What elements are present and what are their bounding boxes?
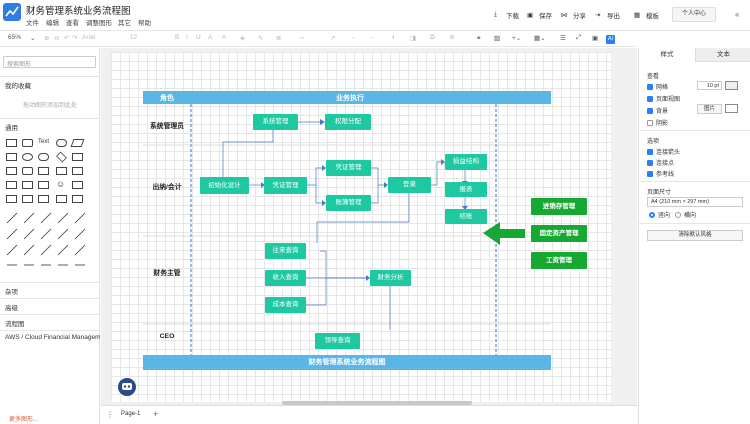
role-cashier: 出纳/会计 bbox=[152, 184, 182, 191]
connection-arrows-checkbox[interactable]: 连接箭头 bbox=[647, 147, 680, 156]
assistant-robot-icon[interactable] bbox=[118, 378, 136, 396]
bg-color-swatch[interactable] bbox=[725, 104, 738, 113]
connection-arrows-label: 连接箭头 bbox=[656, 150, 681, 156]
checkbox-icon bbox=[647, 170, 653, 177]
view-label: 查看 bbox=[647, 74, 660, 80]
node-system-management[interactable]: 系统管理 bbox=[253, 114, 298, 130]
node-account-query[interactable]: 往来查询 bbox=[265, 243, 306, 259]
node-voucher[interactable]: 凭证管理 bbox=[264, 177, 307, 194]
connection-points-label: 连接点 bbox=[656, 161, 675, 167]
role-ceo: CEO bbox=[159, 333, 175, 340]
shadow-label: 阴影 bbox=[656, 121, 669, 127]
node-voucher-check[interactable]: 凭证管理 bbox=[326, 160, 371, 176]
checkbox-icon bbox=[647, 107, 653, 114]
node-login[interactable]: 登录 bbox=[388, 177, 431, 193]
portrait-radio[interactable]: 竖向 bbox=[649, 210, 670, 219]
big-arrow-left bbox=[483, 222, 525, 245]
paper-size-select[interactable]: A4 (210 mm × 297 mm) bbox=[647, 197, 743, 207]
checkbox-icon bbox=[647, 148, 653, 155]
node-settle[interactable]: 结账 bbox=[445, 209, 487, 224]
options-label: 选项 bbox=[647, 139, 660, 145]
divider bbox=[639, 223, 750, 224]
node-cost-query[interactable]: 成本查询 bbox=[265, 297, 306, 313]
node-inventory[interactable]: 进销存管理 bbox=[531, 198, 587, 215]
page-bar: ⋮ Page-1 + bbox=[101, 405, 637, 424]
checkbox-icon bbox=[647, 159, 653, 166]
reset-style-button[interactable]: 清除默认风格 bbox=[647, 230, 743, 241]
divider bbox=[639, 130, 750, 131]
tab-style[interactable]: 样式 bbox=[639, 48, 695, 62]
page-view-checkbox[interactable]: 页面视图 bbox=[647, 94, 680, 103]
node-leader-query[interactable]: 领导查询 bbox=[315, 333, 360, 349]
checkbox-icon bbox=[647, 119, 653, 126]
guides-label: 参考线 bbox=[656, 172, 675, 178]
node-ledger[interactable]: 账簿管理 bbox=[326, 195, 371, 211]
node-analysis[interactable]: 财务分析 bbox=[370, 270, 411, 286]
grid-checkbox[interactable]: 网格 bbox=[647, 82, 668, 91]
radio-off-icon bbox=[675, 211, 681, 218]
grid-label: 网格 bbox=[656, 85, 669, 91]
node-income-query[interactable]: 收入查询 bbox=[265, 270, 306, 286]
grid-color-swatch[interactable] bbox=[725, 81, 738, 90]
node-init-design[interactable]: 初始化设计 bbox=[200, 177, 249, 194]
background-label: 背景 bbox=[656, 109, 669, 115]
landscape-radio[interactable]: 横向 bbox=[675, 210, 696, 219]
node-report[interactable]: 报表 bbox=[445, 182, 487, 197]
checkbox-icon bbox=[647, 83, 653, 90]
role-sysadmin: 系统管理员 bbox=[150, 123, 184, 130]
page-view-label: 页面视图 bbox=[656, 97, 681, 103]
radio-on-icon bbox=[649, 211, 655, 218]
background-checkbox[interactable]: 背景 bbox=[647, 106, 668, 115]
guides-checkbox[interactable]: 参考线 bbox=[647, 169, 674, 178]
grid-size-input[interactable]: 10 pt bbox=[697, 81, 722, 90]
connection-points-checkbox[interactable]: 连接点 bbox=[647, 158, 674, 167]
node-permission[interactable]: 权限分配 bbox=[325, 114, 371, 130]
node-profit-loss[interactable]: 损益结构 bbox=[445, 154, 487, 170]
portrait-label: 竖向 bbox=[658, 213, 671, 219]
tab-text[interactable]: 文本 bbox=[695, 48, 750, 62]
role-finance-head: 财务主管 bbox=[153, 270, 181, 277]
add-page-icon[interactable]: + bbox=[153, 409, 158, 419]
format-panel: 样式 文本 查看 网格 10 pt 页面视图 背景 图片 阴影 选项 连接箭头 … bbox=[638, 48, 750, 424]
shadow-checkbox[interactable]: 阴影 bbox=[647, 118, 668, 127]
node-payroll[interactable]: 工资管理 bbox=[531, 252, 587, 269]
bg-image-button[interactable]: 图片 bbox=[697, 104, 722, 114]
page-menu-icon[interactable]: ⋮ bbox=[106, 410, 114, 419]
paper-size-label: 页面尺寸 bbox=[647, 190, 672, 196]
checkbox-icon bbox=[647, 95, 653, 102]
node-fixed-assets[interactable]: 固定资产管理 bbox=[531, 225, 587, 242]
page-tab[interactable]: Page-1 bbox=[121, 411, 140, 417]
divider bbox=[639, 181, 750, 182]
landscape-label: 横向 bbox=[684, 213, 697, 219]
